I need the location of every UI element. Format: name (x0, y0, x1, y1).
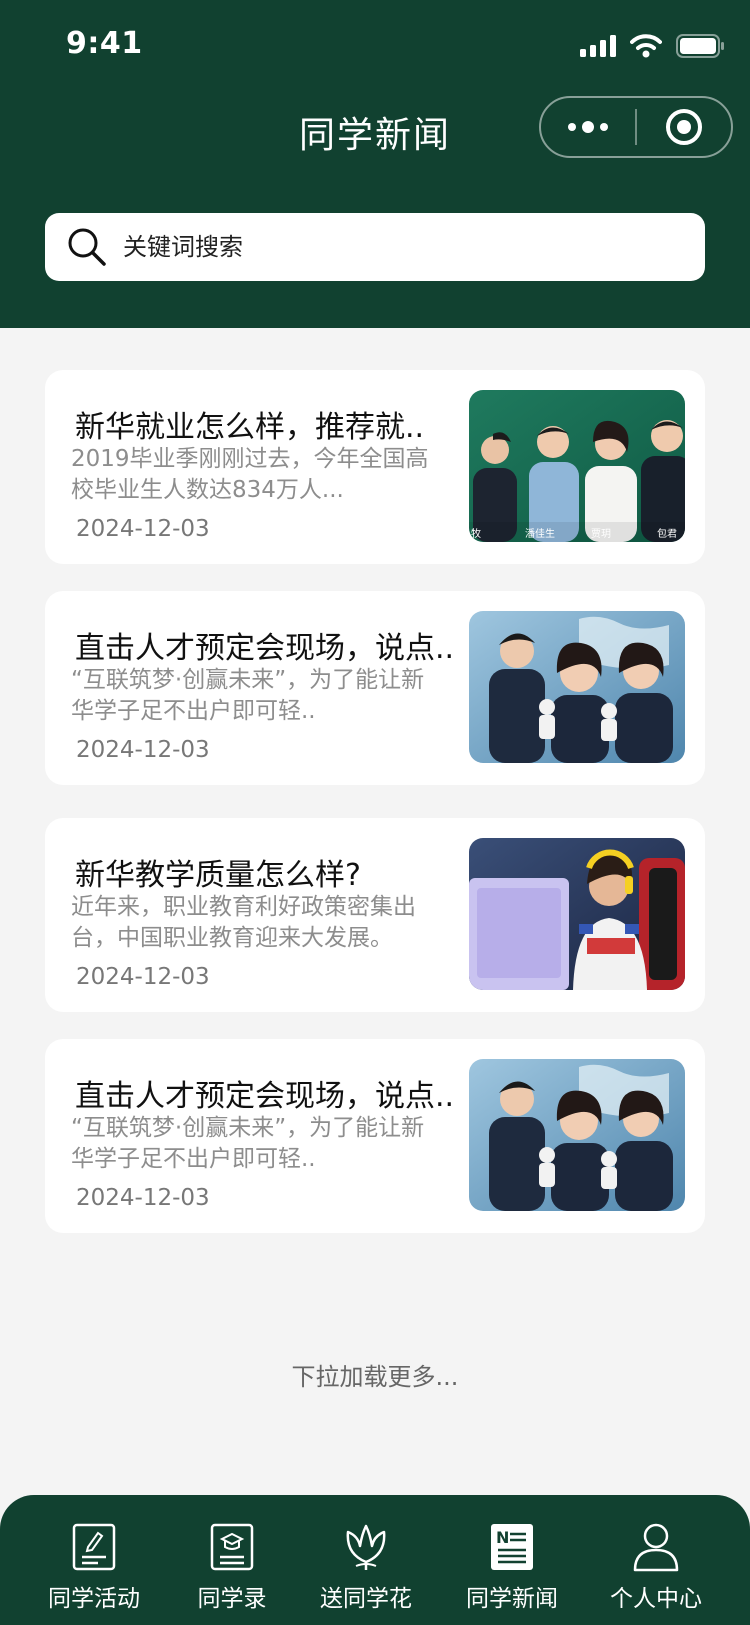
news-card[interactable]: 新华就业怎么样，推荐就.. 2019毕业季刚刚过去，今年全国高校毕业生人数达83… (45, 370, 705, 564)
search-icon (68, 228, 106, 266)
mini-program-capsule (539, 96, 733, 158)
news-thumbnail (469, 838, 685, 990)
news-date: 2024-12-03 (76, 964, 210, 990)
tab-label: 同学录 (197, 1586, 267, 1612)
news-summary: 2019毕业季刚刚过去，今年全国高校毕业生人数达834万人... (71, 446, 429, 503)
tab-activity[interactable]: 同学活动 (24, 1521, 164, 1621)
target-icon (666, 109, 702, 145)
status-bar: 9:41 (0, 0, 750, 96)
tab-classbook[interactable]: 同学录 (162, 1521, 302, 1621)
thumb-name-3: 贾玥 (591, 528, 611, 540)
load-more-hint: 下拉加载更多... (291, 1363, 459, 1391)
news-title: 直击人才预定会现场，说点.. (75, 631, 455, 666)
tab-bar: 同学活动 同学录 送同学花 N 同学新闻 个人中心 (0, 1495, 750, 1625)
activity-icon (72, 1523, 116, 1571)
tab-news[interactable]: N 同学新闻 (442, 1521, 582, 1621)
news-date: 2024-12-03 (76, 737, 210, 763)
news-thumbnail: 牧 潘佳生 贾玥 包君 (469, 390, 685, 542)
flower-icon (346, 1524, 386, 1570)
news-summary: “互联筑梦·创赢未来”，为了能让新华学子足不出户即可轻.. (71, 1115, 425, 1172)
news-card[interactable]: 直击人才预定会现场，说点.. “互联筑梦·创赢未来”，为了能让新华学子足不出户即… (45, 591, 705, 785)
tab-label: 同学活动 (48, 1586, 140, 1612)
battery-icon (676, 34, 724, 58)
thumb-name-4: 包君 (657, 527, 677, 540)
news-card[interactable]: 新华教学质量怎么样? 近年来，职业教育利好政策密集出台，中国职业教育迎来大发展。… (45, 818, 705, 1012)
news-date: 2024-12-03 (76, 1185, 210, 1211)
search-bar[interactable] (45, 213, 705, 281)
more-button[interactable] (541, 98, 635, 156)
news-title: 新华就业怎么样，推荐就.. (75, 410, 425, 445)
news-summary: 近年来，职业教育利好政策密集出台，中国职业教育迎来大发展。 (71, 894, 416, 951)
close-button[interactable] (637, 98, 731, 156)
signal-icon (580, 35, 616, 57)
tab-label: 个人中心 (610, 1586, 702, 1612)
tab-flower[interactable]: 送同学花 (296, 1521, 436, 1621)
news-summary: “互联筑梦·创赢未来”，为了能让新华学子足不出户即可轻.. (71, 667, 425, 724)
classbook-icon (210, 1523, 254, 1571)
news-thumbnail (469, 611, 685, 763)
svg-text:N: N (496, 1528, 509, 1547)
thumb-name-2: 潘佳生 (525, 527, 555, 540)
wifi-icon (630, 34, 662, 58)
more-dots-icon (568, 121, 608, 133)
tab-label: 送同学花 (320, 1586, 412, 1612)
tab-label: 同学新闻 (466, 1586, 558, 1612)
user-icon (633, 1523, 679, 1572)
status-time: 9:41 (66, 26, 143, 61)
system-icons (580, 34, 724, 58)
news-title: 直击人才预定会现场，说点.. (75, 1079, 455, 1114)
news-title: 新华教学质量怎么样? (75, 858, 361, 893)
news-card[interactable]: 直击人才预定会现场，说点.. “互联筑梦·创赢未来”，为了能让新华学子足不出户即… (45, 1039, 705, 1233)
thumb-name-1: 牧 (471, 527, 481, 540)
news-icon: N (491, 1524, 533, 1570)
search-input[interactable] (123, 233, 663, 261)
navigation-bar: 同学新闻 (0, 96, 750, 186)
news-thumbnail (469, 1059, 685, 1211)
news-date: 2024-12-03 (76, 516, 210, 542)
tab-user-center[interactable]: 个人中心 (586, 1521, 726, 1621)
